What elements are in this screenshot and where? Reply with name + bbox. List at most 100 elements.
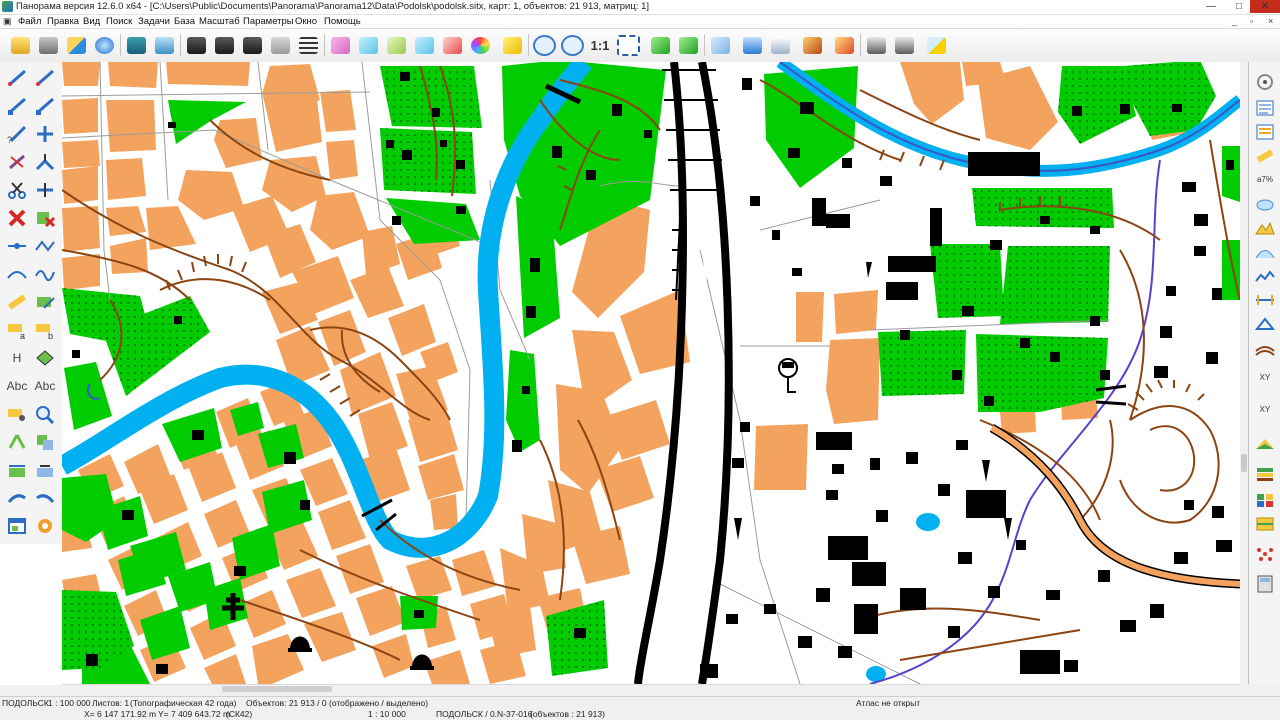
spline-tool-button[interactable]: [32, 262, 58, 286]
heading-tool-button[interactable]: H: [4, 346, 30, 370]
back-button[interactable]: [676, 32, 700, 58]
print-preview-button[interactable]: [892, 32, 916, 58]
move-object-button[interactable]: [32, 122, 58, 146]
minimize-button[interactable]: —: [1196, 0, 1226, 13]
vertical-scroll-thumb[interactable]: [1241, 454, 1247, 472]
list-button[interactable]: [296, 32, 320, 58]
help-button[interactable]: [924, 32, 948, 58]
classify-button[interactable]: [1252, 514, 1278, 534]
cut-object-button[interactable]: [4, 178, 30, 202]
document-icon[interactable]: ▣: [3, 15, 12, 28]
object-info-button[interactable]: [740, 32, 764, 58]
cross-section-button[interactable]: [1252, 290, 1278, 310]
undo-button[interactable]: [32, 486, 58, 510]
add-selection-button[interactable]: [384, 32, 408, 58]
binoculars-button-2[interactable]: [212, 32, 236, 58]
join-object-button[interactable]: [32, 178, 58, 202]
insert-point-button[interactable]: ?: [4, 122, 30, 146]
settings-button[interactable]: [32, 514, 58, 538]
color-relief-button[interactable]: [1252, 434, 1278, 454]
close-button[interactable]: ✕: [1250, 0, 1280, 13]
binoculars-button-4[interactable]: [268, 32, 292, 58]
menu-search[interactable]: Поиск: [106, 15, 132, 28]
lightning-button[interactable]: [500, 32, 524, 58]
binoculars-button-1[interactable]: [184, 32, 208, 58]
label-tool-b-button[interactable]: Abc: [32, 374, 58, 398]
percent-scale-button[interactable]: a7%: [1252, 170, 1278, 190]
eraser-b-button[interactable]: b: [32, 318, 58, 342]
height-layer-button[interactable]: [1252, 464, 1278, 484]
menu-tasks[interactable]: Задачи: [138, 15, 170, 28]
terrain-button[interactable]: [1252, 218, 1278, 238]
open-folder-button[interactable]: [8, 32, 32, 58]
select-object-button[interactable]: [328, 32, 352, 58]
ruler-button[interactable]: [4, 290, 30, 314]
split-object-button[interactable]: [32, 150, 58, 174]
calculator-button[interactable]: [1252, 574, 1278, 594]
eraser-c-button[interactable]: [4, 402, 30, 426]
scale-one-to-one-button[interactable]: 1:1: [588, 32, 612, 58]
map-view[interactable]: [62, 62, 1240, 684]
layers-button[interactable]: [124, 32, 148, 58]
contour-button[interactable]: [1252, 338, 1278, 358]
brush-tool-button[interactable]: [800, 32, 824, 58]
clear-selection-button[interactable]: [440, 32, 464, 58]
edit-vertex-button[interactable]: [4, 94, 30, 118]
paste-area-button[interactable]: [32, 458, 58, 482]
save-map-button[interactable]: [36, 32, 60, 58]
point-cloud-button[interactable]: [1252, 544, 1278, 564]
curve-tool-button[interactable]: [4, 262, 30, 286]
text-info-button[interactable]: [768, 32, 792, 58]
eraser-a-button[interactable]: a: [4, 318, 30, 342]
menu-window[interactable]: Окно: [295, 15, 317, 28]
create-line-button[interactable]: [4, 66, 30, 90]
move-area-button[interactable]: [4, 458, 30, 482]
zoom-out-button[interactable]: [532, 32, 556, 58]
copy-object-button[interactable]: [32, 430, 58, 454]
navigator-button[interactable]: [1252, 72, 1278, 92]
menu-file[interactable]: Файл: [18, 15, 41, 28]
map-canvas[interactable]: [62, 62, 1240, 684]
menu-parameters[interactable]: Параметры: [243, 15, 294, 28]
symbol-tool-button[interactable]: [32, 346, 58, 370]
redo-button[interactable]: [4, 486, 30, 510]
mdi-restore-button[interactable]: ▫: [1250, 15, 1253, 28]
mdi-minimize-button[interactable]: _: [1232, 15, 1237, 28]
menu-help[interactable]: Помощь: [324, 15, 361, 28]
delete-part-button[interactable]: [32, 206, 58, 230]
horizontal-scroll-thumb[interactable]: [222, 686, 332, 692]
select-area-button[interactable]: [356, 32, 380, 58]
color-palette-button[interactable]: [468, 32, 492, 58]
globe-button[interactable]: [92, 32, 116, 58]
measure-tool-button[interactable]: [1252, 146, 1278, 166]
relief-button[interactable]: [1252, 242, 1278, 262]
horizontal-scrollbar[interactable]: [62, 684, 1240, 694]
menu-view[interactable]: Вид: [83, 15, 100, 28]
volume-button[interactable]: [1252, 314, 1278, 334]
binoculars-button-3[interactable]: [240, 32, 264, 58]
coordinates-button-b[interactable]: XY: [1252, 400, 1278, 420]
label-tool-a-button[interactable]: Abc: [4, 374, 30, 398]
cloud-layer-button[interactable]: [1252, 194, 1278, 214]
legend-button[interactable]: [1252, 98, 1278, 118]
measure-polyline-button[interactable]: [32, 234, 58, 258]
search-object-button[interactable]: [32, 402, 58, 426]
map-tree-button[interactable]: [152, 32, 176, 58]
apply-button[interactable]: [648, 32, 672, 58]
add-data-button[interactable]: [64, 32, 88, 58]
menu-scale[interactable]: Масштаб: [199, 15, 240, 28]
menu-database[interactable]: База: [174, 15, 195, 28]
delete-object-button[interactable]: [4, 206, 30, 230]
menu-edit[interactable]: Правка: [47, 15, 79, 28]
location-button[interactable]: [832, 32, 856, 58]
hierarchy-button[interactable]: [4, 430, 30, 454]
mdi-close-button[interactable]: ×: [1268, 15, 1273, 28]
list-view-button[interactable]: [1252, 122, 1278, 142]
print-button[interactable]: [864, 32, 888, 58]
zoom-extent-button[interactable]: [616, 32, 640, 58]
remove-selection-button[interactable]: [412, 32, 436, 58]
pointer-button[interactable]: [708, 32, 732, 58]
rotate-object-button[interactable]: [4, 150, 30, 174]
edit-area-button[interactable]: [32, 290, 58, 314]
zoom-in-button[interactable]: [560, 32, 584, 58]
